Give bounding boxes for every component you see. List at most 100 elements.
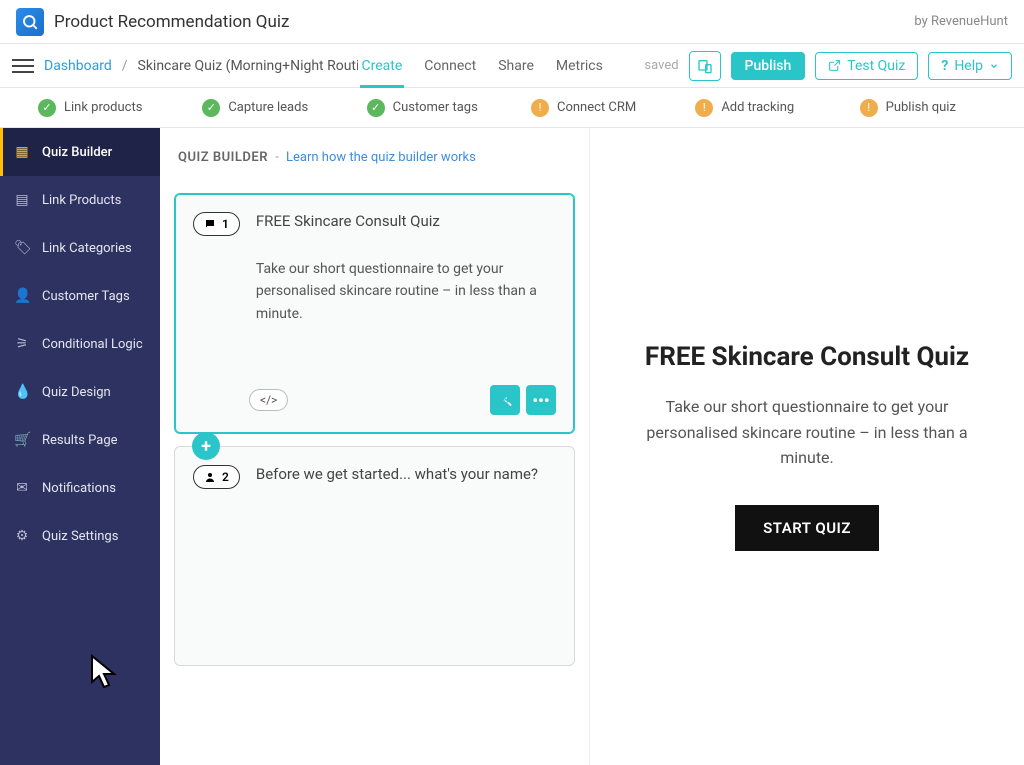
- question-number: 2: [222, 470, 229, 484]
- sidebar: ▦ Quiz Builder ▤ Link Products 🏷 Link Ca…: [0, 128, 160, 765]
- main: ▦ Quiz Builder ▤ Link Products 🏷 Link Ca…: [0, 128, 1024, 765]
- check-icon: ✓: [367, 99, 385, 117]
- status-connect-crm[interactable]: ! Connect CRM: [531, 99, 695, 117]
- sidebar-item-results-page[interactable]: 🛒 Results Page: [0, 416, 160, 464]
- sidebar-item-quiz-design[interactable]: 💧 Quiz Design: [0, 368, 160, 416]
- sidebar-item-label: Notifications: [42, 481, 116, 496]
- sidebar-item-label: Results Page: [42, 433, 118, 448]
- status-label: Link products: [64, 100, 142, 115]
- builder-header: QUIZ BUILDER - Learn how the quiz builde…: [160, 128, 589, 181]
- header-tabs: Create Connect Share Metrics: [360, 46, 605, 86]
- card-content: FREE Skincare Consult Quiz Take our shor…: [256, 212, 556, 325]
- sidebar-item-quiz-builder[interactable]: ▦ Quiz Builder: [0, 128, 160, 176]
- help-label: Help: [954, 58, 983, 74]
- topbar-left: Product Recommendation Quiz: [16, 8, 289, 36]
- builder-sep: -: [275, 150, 279, 165]
- app-logo: [16, 8, 44, 36]
- status-label: Capture leads: [228, 100, 308, 115]
- card-content: Before we get started... what's your nam…: [256, 465, 556, 483]
- test-quiz-button[interactable]: Test Quiz: [815, 52, 918, 80]
- status-add-tracking[interactable]: !Add tracking: [695, 99, 859, 117]
- sidebar-item-conditional-logic[interactable]: ⚞ Conditional Logic: [0, 320, 160, 368]
- sidebar-item-label: Customer Tags: [42, 289, 130, 304]
- question-desc[interactable]: Take our short questionnaire to get your…: [256, 258, 556, 325]
- question-badge: 1: [193, 212, 240, 236]
- sidebar-item-label: Quiz Builder: [42, 145, 112, 160]
- tab-metrics[interactable]: Metrics: [554, 46, 605, 86]
- card-actions: •••: [490, 385, 556, 415]
- warn-icon: !: [860, 99, 878, 117]
- status-label: Publish quiz: [886, 100, 956, 115]
- question-card-1[interactable]: 1 FREE Skincare Consult Quiz Take our sh…: [174, 193, 575, 434]
- settings-button[interactable]: [490, 385, 520, 415]
- question-card-2-wrap: + 2 Before we get started... what's your…: [174, 446, 575, 666]
- person-icon: [204, 471, 216, 483]
- question-title[interactable]: Before we get started... what's your nam…: [256, 465, 556, 483]
- external-link-icon: [828, 59, 841, 72]
- sidebar-item-link-categories[interactable]: 🏷 Link Categories: [0, 224, 160, 272]
- status-publish-quiz[interactable]: ! Publish quiz: [860, 99, 1024, 117]
- tab-connect[interactable]: Connect: [422, 46, 478, 86]
- sidebar-item-label: Quiz Design: [42, 385, 111, 400]
- status-capture-leads[interactable]: ✓ Capture leads: [202, 99, 366, 117]
- breadcrumb-dashboard[interactable]: Dashboard: [44, 58, 112, 74]
- card-top: 1 FREE Skincare Consult Quiz Take our sh…: [193, 212, 556, 325]
- topbar: Product Recommendation Quiz by RevenueHu…: [0, 0, 1024, 44]
- warn-icon: !: [531, 99, 549, 117]
- speech-icon: [204, 218, 216, 230]
- code-button[interactable]: </>: [249, 389, 288, 411]
- builder-column: QUIZ BUILDER - Learn how the quiz builde…: [160, 128, 590, 765]
- help-button[interactable]: ? Help: [928, 52, 1012, 80]
- sidebar-item-label: Link Products: [42, 193, 121, 208]
- question-badge: 2: [193, 465, 240, 489]
- header-left: Dashboard / Skincare Quiz (Morning+Night…: [12, 46, 605, 86]
- box-icon: ▤: [14, 192, 30, 208]
- status-link-products[interactable]: ✓ Link products: [38, 99, 202, 117]
- branch-icon: ⚞: [14, 336, 30, 352]
- preview-devices-button[interactable]: [689, 51, 721, 81]
- header: Dashboard / Skincare Quiz (Morning+Night…: [0, 44, 1024, 88]
- preview-title: FREE Skincare Consult Quiz: [645, 342, 969, 372]
- check-icon: ✓: [202, 99, 220, 117]
- card-top: 2 Before we get started... what's your n…: [193, 465, 556, 489]
- preview-pane: FREE Skincare Consult Quiz Take our shor…: [590, 128, 1024, 765]
- check-icon: ✓: [38, 99, 56, 117]
- sidebar-item-quiz-settings[interactable]: ⚙ Quiz Settings: [0, 512, 160, 560]
- builder-learn-link[interactable]: Learn how the quiz builder works: [286, 150, 476, 165]
- breadcrumb-sep: /: [122, 58, 128, 74]
- droplet-icon: 💧: [14, 384, 30, 400]
- question-card-2[interactable]: 2 Before we get started... what's your n…: [174, 446, 575, 666]
- tab-create[interactable]: Create: [360, 46, 405, 86]
- builder-title: QUIZ BUILDER: [178, 150, 268, 165]
- question-number: 1: [222, 217, 229, 231]
- person-icon: 👤: [14, 288, 30, 304]
- more-button[interactable]: •••: [526, 385, 556, 415]
- sidebar-item-label: Link Categories: [42, 241, 132, 256]
- cart-icon: 🛒: [14, 432, 30, 448]
- by-line: by RevenueHunt: [914, 14, 1008, 29]
- status-customer-tags[interactable]: ✓ Customer tags: [367, 99, 531, 117]
- sidebar-item-notifications[interactable]: ✉ Notifications: [0, 464, 160, 512]
- breadcrumb-quiz-name: Skincare Quiz (Morning+Night Routines) (…: [138, 58, 358, 74]
- menu-icon[interactable]: [12, 55, 34, 77]
- chevron-down-icon: [989, 61, 999, 71]
- add-question-button[interactable]: +: [192, 432, 220, 460]
- question-title[interactable]: FREE Skincare Consult Quiz: [256, 212, 556, 230]
- sidebar-item-link-products[interactable]: ▤ Link Products: [0, 176, 160, 224]
- status-label: Customer tags: [393, 100, 478, 115]
- start-quiz-button[interactable]: START QUIZ: [735, 505, 879, 551]
- sidebar-item-customer-tags[interactable]: 👤 Customer Tags: [0, 272, 160, 320]
- header-right: saved Publish Test Quiz ? Help: [644, 51, 1012, 81]
- app-title: Product Recommendation Quiz: [54, 12, 289, 32]
- question-icon: ?: [941, 58, 948, 74]
- wrench-icon: [498, 393, 513, 408]
- status-label: Connect CRM: [557, 100, 636, 115]
- status-strip: ✓ Link products ✓ Capture leads ✓ Customer …: [0, 88, 1024, 128]
- status-label: Add tracking: [721, 100, 794, 115]
- publish-button[interactable]: Publish: [731, 52, 806, 80]
- saved-label: saved: [644, 58, 678, 73]
- test-quiz-label: Test Quiz: [847, 58, 905, 74]
- card-footer: </> •••: [193, 385, 556, 415]
- builder-scroll[interactable]: 1 FREE Skincare Consult Quiz Take our sh…: [160, 181, 589, 765]
- tab-share[interactable]: Share: [496, 46, 536, 86]
